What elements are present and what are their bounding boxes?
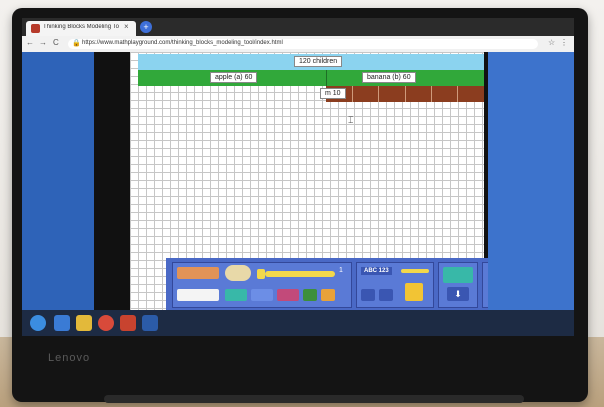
laptop-hinge — [104, 395, 524, 403]
grab-tool-icon[interactable] — [303, 289, 317, 301]
question-bracket-tool[interactable] — [401, 269, 429, 273]
new-tab-button[interactable]: + — [140, 21, 152, 33]
laptop-brand-logo: Lenovo — [48, 352, 91, 364]
browser-toolbar: ← → C 🔒 https://www.mathplayground.com/t… — [22, 36, 574, 53]
lock-icon: 🔒 — [72, 40, 81, 47]
palette-icon[interactable] — [225, 265, 251, 281]
m-block-divider — [431, 86, 432, 102]
parts-bar[interactable] — [138, 70, 484, 86]
bracket-tool[interactable] — [225, 289, 247, 301]
m-block-divider — [378, 86, 379, 102]
page-right-margin — [488, 52, 574, 310]
parts-divider — [326, 70, 327, 86]
m-block-divider — [405, 86, 406, 102]
windows-taskbar — [22, 310, 574, 336]
pencil-icon[interactable] — [361, 289, 375, 301]
apple-label[interactable]: apple (a) 60 — [210, 72, 258, 83]
tab-title: Thinking Blocks Modeling Tool — [43, 24, 119, 30]
label-tools-group: ABC 123 — [356, 262, 434, 308]
laptop: Thinking Blocks Modeling Tool × + ← → C … — [12, 8, 588, 403]
m-block-divider — [352, 86, 353, 102]
url-text: https://www.mathplayground.com/thinking_… — [82, 40, 283, 46]
internet-explorer-icon[interactable] — [54, 315, 70, 331]
forward-icon[interactable]: → — [39, 38, 47, 47]
label-box-tool[interactable] — [177, 289, 219, 301]
word-icon[interactable] — [142, 315, 158, 331]
reload-icon[interactable]: C — [53, 38, 59, 47]
start-button-icon[interactable] — [30, 315, 46, 331]
back-icon[interactable]: ← — [26, 38, 34, 47]
block-color-swatch[interactable] — [177, 267, 219, 279]
arrange-icon[interactable] — [443, 267, 473, 283]
chrome-icon[interactable] — [98, 315, 114, 331]
move-tools-group: ⬇ — [438, 262, 478, 308]
browser-tab-strip: Thinking Blocks Modeling Tool × + — [22, 18, 574, 36]
file-explorer-icon[interactable] — [76, 315, 92, 331]
slider-handle[interactable] — [257, 269, 265, 279]
block-tools-group: 1 — [172, 262, 352, 308]
tool-palette: 1 ABC 123 ⬇ — [166, 258, 520, 310]
m-block-divider — [457, 86, 458, 102]
banana-label[interactable]: banana (b) 60 — [362, 72, 416, 83]
total-label[interactable]: 120 children — [294, 56, 343, 67]
split-tool[interactable] — [251, 289, 273, 301]
site-favicon-icon — [31, 24, 40, 33]
powerpoint-icon[interactable] — [120, 315, 136, 331]
browser-menu-icon[interactable]: ⋮ — [560, 38, 568, 47]
eraser-icon[interactable] — [379, 289, 393, 301]
text-label-button[interactable]: ABC 123 — [361, 267, 392, 275]
laptop-screen: Thinking Blocks Modeling Tool × + ← → C … — [22, 18, 574, 336]
address-bar[interactable]: 🔒 https://www.mathplayground.com/thinkin… — [68, 39, 538, 49]
block-size-slider[interactable] — [265, 271, 335, 277]
m-label[interactable]: m 10 — [320, 88, 346, 99]
modeling-canvas[interactable]: 120 children apple (a) 60 banana (b) 60 … — [130, 52, 520, 310]
mouse-cursor-icon: ⌶ — [348, 115, 354, 125]
help-icon[interactable] — [321, 289, 335, 301]
label-tool[interactable] — [277, 289, 299, 301]
web-page: 120 children apple (a) 60 banana (b) 60 … — [22, 52, 574, 310]
down-arrow-icon[interactable]: ⬇ — [447, 287, 469, 301]
slider-value: 1 — [339, 267, 343, 274]
browser-tab[interactable]: Thinking Blocks Modeling Tool × — [26, 21, 136, 36]
close-tab-icon[interactable]: × — [124, 22, 129, 31]
thinking-blocks-app: 120 children apple (a) 60 banana (b) 60 … — [94, 52, 520, 310]
block-stack-icon[interactable] — [405, 283, 423, 301]
bookmark-star-icon[interactable]: ☆ — [548, 38, 555, 47]
